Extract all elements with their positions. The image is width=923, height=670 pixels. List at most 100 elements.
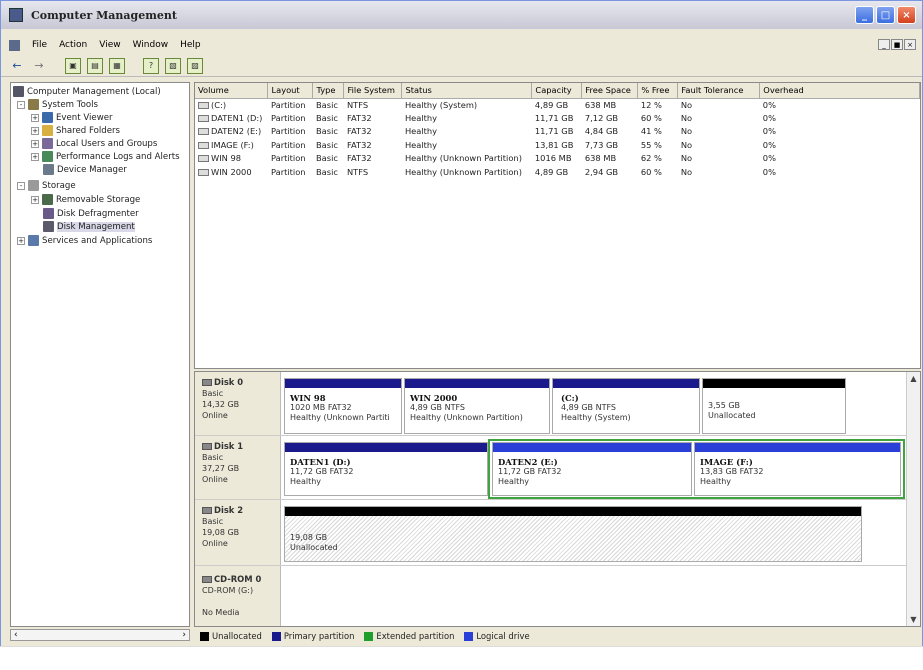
disk-label-1[interactable]: Disk 1 Basic 37,27 GB Online [195,436,281,499]
disk-label-cdrom[interactable]: CD-ROM 0 CD-ROM (G:) No Media [195,566,281,626]
drive-icon [198,155,209,163]
disk-view-scrollbar[interactable]: ▲ ▼ [906,372,920,626]
partition-unallocated-disk0[interactable]: 3,55 GB Unallocated [702,378,846,434]
menu-action[interactable]: Action [59,40,87,50]
partition-image[interactable]: IMAGE (F:) 13,83 GB FAT32 Healthy [694,442,901,496]
expand-icon[interactable]: + [31,113,39,122]
settings-icon[interactable]: ▨ [187,57,203,74]
column-header-file-system[interactable]: File System [343,83,403,99]
removable-storage-icon [42,194,53,205]
disk-icon [202,443,212,450]
expand-icon[interactable]: + [31,195,39,204]
computer-management-window: Computer Management _ □ × File Action Vi… [0,0,923,656]
disk-label-0[interactable]: Disk 0 Basic 14,32 GB Online [195,372,281,435]
column-header-percent-free[interactable]: % Free [637,83,679,99]
table-row[interactable]: IMAGE (F:) Partition Basic FAT32 Healthy 13,… [195,138,920,151]
partition-win98[interactable]: WIN 98 1020 MB FAT32 Healthy (Unknown Part… [284,378,402,434]
menu-window[interactable]: Window [133,40,169,50]
tree-item-removable-storage[interactable]: + Removable Storage [31,193,140,206]
title-bar[interactable]: Computer Management _ □ × [1,1,922,29]
drive-icon [198,101,209,109]
expand-icon[interactable]: + [17,236,25,245]
mdi-restore-button[interactable]: ■ [891,39,903,50]
table-row[interactable]: WIN 98 Partition Basic FAT32 Healthy (Unkno… [195,152,920,165]
console-icon[interactable]: ▧ [165,57,181,74]
menu-view[interactable]: View [99,40,120,50]
computer-management-icon [9,8,23,22]
console-menu-icon[interactable] [9,39,20,51]
storage-icon [28,180,39,191]
expand-icon[interactable]: + [31,152,39,161]
partition-daten2[interactable]: DATEN2 (E:) 11,72 GB FAT32 Healthy [492,442,692,496]
column-header-overhead[interactable]: Overhead [759,83,920,99]
disk-label-2[interactable]: Disk 2 Basic 19,08 GB Online [195,500,281,565]
legend: Unallocated Primary partition Extended p… [194,629,921,643]
cdrom-icon [202,576,212,583]
tree-item-storage[interactable]: - Storage [17,179,76,192]
collapse-icon[interactable]: - [17,100,25,109]
toolbar: ← → ▣ ▤ ▦ ? ▧ ▨ [1,55,922,77]
partition-unallocated-disk2[interactable]: 19,08 GB Unallocated [284,506,862,562]
disk-graphical-view: Disk 0 Basic 14,32 GB Online WIN 98 1020 … [194,371,921,627]
minimize-button[interactable]: _ [855,6,874,24]
partition-win2000[interactable]: WIN 2000 4,89 GB NTFS Healthy (Unknown Par… [404,378,550,434]
scroll-left-icon[interactable]: ‹ [14,630,18,640]
menu-help[interactable]: Help [180,40,201,50]
tree-horizontal-scrollbar[interactable]: ‹ › [10,629,190,641]
column-header-fault-tolerance[interactable]: Fault Tolerance [677,83,761,99]
tree-item-disk-defragmenter[interactable]: Disk Defragmenter [43,207,139,220]
scroll-right-icon[interactable]: › [182,630,186,640]
disk-row-0: Disk 0 Basic 14,32 GB Online WIN 98 1020 … [195,372,906,436]
disk-icon [202,379,212,386]
table-row[interactable]: (C:) Partition Basic NTFS Healthy (System) 4… [195,98,920,111]
legend-primary: Primary partition [271,631,354,641]
menu-bar: File Action View Window Help _ ■ × [1,37,922,53]
tree-item-system-tools[interactable]: - System Tools [17,98,98,111]
mdi-close-button[interactable]: × [904,39,916,50]
defragmenter-icon [43,208,54,219]
tree-item-shared-folders[interactable]: + Shared Folders [31,124,120,137]
drive-icon [198,115,209,123]
partition-daten1[interactable]: DATEN1 (D:) 11,72 GB FAT32 Healthy [284,442,488,496]
collapse-icon[interactable]: - [17,181,25,190]
show-hide-tree-icon[interactable]: ▤ [87,57,103,74]
column-header-capacity[interactable]: Capacity [531,83,583,99]
tree-item-event-viewer[interactable]: + Event Viewer [31,111,113,124]
scroll-up-icon[interactable]: ▲ [907,372,920,385]
tree-item-disk-management[interactable]: Disk Management [43,220,135,233]
disk-row-cdrom: CD-ROM 0 CD-ROM (G:) No Media [195,566,906,626]
table-row[interactable]: DATEN2 (E:) Partition Basic FAT32 Healthy 11… [195,125,920,138]
tree-item-performance-logs[interactable]: + Performance Logs and Alerts [31,150,180,163]
expand-icon[interactable]: + [31,126,39,135]
close-button[interactable]: × [897,6,916,24]
up-folder-icon[interactable]: ▣ [65,57,81,74]
users-icon [42,138,53,149]
column-header-layout[interactable]: Layout [267,83,314,99]
help-icon[interactable]: ? [143,57,159,74]
column-header-status[interactable]: Status [401,83,533,99]
partition-c[interactable]: (C:) 4,89 GB NTFS Healthy (System) [552,378,700,434]
column-header-volume[interactable]: Volume [195,83,269,99]
scroll-down-icon[interactable]: ▼ [907,613,920,626]
tree-item-local-users[interactable]: + Local Users and Groups [31,137,157,150]
back-arrow-icon[interactable]: ← [9,58,25,74]
disk-row-2: Disk 2 Basic 19,08 GB Online 19,08 GB Una… [195,500,906,566]
column-header-type[interactable]: Type [312,83,345,99]
event-viewer-icon [42,112,53,123]
mdi-minimize-button[interactable]: _ [878,39,890,50]
tree-item-computer-management[interactable]: Computer Management (Local) [13,85,161,98]
expand-icon[interactable]: + [31,139,39,148]
table-row[interactable]: DATEN1 (D:) Partition Basic FAT32 Healthy 11… [195,111,920,124]
drive-icon [198,141,209,149]
window-title: Computer Management [31,8,177,22]
tree-item-services-applications[interactable]: + Services and Applications [17,234,152,247]
column-header-free-space[interactable]: Free Space [581,83,639,99]
table-row[interactable]: WIN 2000 Partition Basic NTFS Healthy (Unkn… [195,165,920,178]
legend-unallocated: Unallocated [200,631,262,641]
forward-arrow-icon[interactable]: → [31,58,47,74]
maximize-button[interactable]: □ [876,6,895,24]
tree-item-device-manager[interactable]: Device Manager [43,163,127,176]
menu-file[interactable]: File [32,40,47,50]
properties-icon[interactable]: ▦ [109,57,125,74]
legend-logical: Logical drive [464,631,530,641]
